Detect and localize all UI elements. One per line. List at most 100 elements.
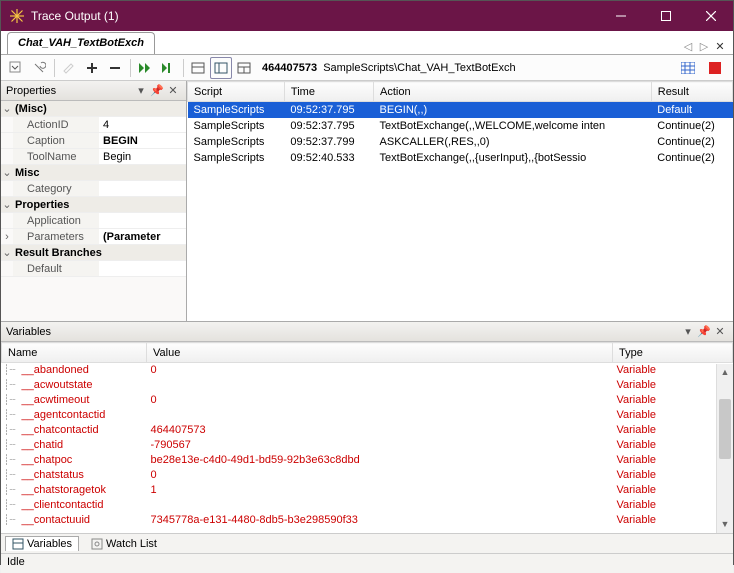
panel-dropdown-icon[interactable]: ▾ [133,84,149,97]
vertical-scrollbar[interactable]: ▲ ▼ [716,364,733,533]
variable-type: Variable [613,513,733,528]
run-button[interactable] [134,57,156,79]
properties-grid[interactable]: ⌄(Misc)ActionID4CaptionBEGINToolNameBegi… [1,101,186,321]
property-value[interactable]: BEGIN [99,133,186,148]
expand-icon[interactable]: ⌄ [1,245,13,260]
column-header[interactable]: Action [374,82,652,102]
variable-row[interactable]: ┊┈ __agentcontactidVariable [2,408,733,423]
trace-row[interactable]: SampleScripts09:52:37.795BEGIN(,,)Defaul… [188,102,733,118]
property-label[interactable]: Application [13,213,99,228]
property-value[interactable]: 4 [99,117,186,132]
column-header[interactable]: Script [188,82,285,102]
variable-name: ┊┈ __chatcontactid [2,423,147,438]
variables-header: Variables ▾ 📌 ✕ [1,322,733,342]
variable-name: ┊┈ __abandoned [2,363,147,378]
close-button[interactable] [688,1,733,31]
panel-close-icon[interactable]: ✕ [165,84,181,97]
column-header[interactable]: Name [2,343,147,363]
app-icon [9,8,25,24]
tab-next-button[interactable]: ▷ [697,38,711,54]
variable-row[interactable]: ┊┈ __chatid-790567Variable [2,438,733,453]
stop-button[interactable] [704,57,726,79]
breadcrumb: 464407573 SampleScripts\Chat_VAH_TextBot… [262,62,516,74]
expand-icon[interactable]: ⌄ [1,101,13,116]
tab-prev-button[interactable]: ◁ [681,38,695,54]
layout2-button[interactable] [210,57,232,79]
property-label[interactable]: ToolName [13,149,99,164]
variable-row[interactable]: ┊┈ __contactuuid7345778a-e131-4480-8db5-… [2,513,733,528]
script-path: SampleScripts\Chat_VAH_TextBotExch [323,62,515,74]
watchlist-icon [91,538,103,550]
panel-pin-icon[interactable]: 📌 [696,325,712,338]
panel-pin-icon[interactable]: 📌 [149,84,165,97]
trace-row[interactable]: SampleScripts09:52:40.533TextBotExchange… [188,150,733,166]
variable-row[interactable]: ┊┈ __chatcontactid464407573Variable [2,423,733,438]
variable-row[interactable]: ┊┈ __abandoned0Variable [2,363,733,378]
dropdown-button[interactable] [5,57,27,79]
minimize-button[interactable] [598,1,643,31]
trace-grid[interactable]: ScriptTimeActionResult SampleScripts09:5… [187,81,733,321]
panel-dropdown-icon[interactable]: ▾ [680,325,696,338]
add-button[interactable] [81,57,103,79]
variable-name: ┊┈ __acwtimeout [2,393,147,408]
variables-grid[interactable]: NameValueType ┊┈ __abandoned0Variable┊┈ … [1,342,733,533]
scroll-up-icon[interactable]: ▲ [717,364,733,381]
property-value[interactable]: (Parameter Name [99,229,186,244]
variable-row[interactable]: ┊┈ __chatstatus0Variable [2,468,733,483]
panel-close-icon[interactable]: ✕ [712,325,728,338]
property-value[interactable] [99,181,186,196]
variable-row[interactable]: ┊┈ __chatpocbe28e13e-c4d0-49d1-bd59-92b3… [2,453,733,468]
status-text: Idle [7,556,25,568]
property-label[interactable]: Category [13,181,99,196]
maximize-button[interactable] [643,1,688,31]
tab-variables[interactable]: Variables [5,536,79,551]
variable-row[interactable]: ┊┈ __acwoutstateVariable [2,378,733,393]
expand-icon[interactable]: ⌄ [1,165,13,180]
expand-icon[interactable]: ⌄ [1,197,13,212]
column-header[interactable]: Type [613,343,733,363]
variable-value: be28e13e-c4d0-49d1-bd59-92b3e63c8dbd [147,453,613,468]
variable-value: 0 [147,468,613,483]
trace-row[interactable]: SampleScripts09:52:37.799ASKCALLER(,RES,… [188,134,733,150]
property-label[interactable]: ActionID [13,117,99,132]
variable-row[interactable]: ┊┈ __chatstoragetok1Variable [2,483,733,498]
property-value[interactable]: Begin [99,149,186,164]
variable-value: -790567 [147,438,613,453]
tools-button[interactable] [28,57,50,79]
column-header[interactable]: Time [284,82,373,102]
property-category[interactable]: Properties [13,197,186,212]
column-header[interactable]: Result [651,82,732,102]
property-label[interactable]: Caption [13,133,99,148]
variable-type: Variable [613,483,733,498]
column-header[interactable]: Value [147,343,613,363]
property-value[interactable] [99,213,186,228]
variables-panel: Variables ▾ 📌 ✕ NameValueType ┊┈ __aband… [1,321,733,533]
property-value[interactable] [99,261,186,276]
variable-value: 0 [147,393,613,408]
document-tab[interactable]: Chat_VAH_TextBotExch [7,32,155,54]
variable-row[interactable]: ┊┈ __clientcontactidVariable [2,498,733,513]
layout1-button[interactable] [187,57,209,79]
property-label[interactable]: Default [13,261,99,276]
property-category[interactable]: (Misc) [13,101,186,116]
expand-icon[interactable]: › [1,229,13,244]
tab-close-button[interactable]: ✕ [713,38,727,54]
edit-button[interactable] [58,57,80,79]
property-category[interactable]: Result Branches [13,245,186,260]
scroll-down-icon[interactable]: ▼ [717,516,733,533]
step-button[interactable] [157,57,179,79]
trace-row[interactable]: SampleScripts09:52:37.795TextBotExchange… [188,118,733,134]
variable-name: ┊┈ __chatid [2,438,147,453]
properties-panel: Properties ▾ 📌 ✕ ⌄(Misc)ActionID4Caption… [1,81,187,321]
scroll-thumb[interactable] [719,399,731,459]
grid-button[interactable] [677,57,699,79]
layout3-button[interactable] [233,57,255,79]
tab-watchlist[interactable]: Watch List [85,537,163,551]
variable-name: ┊┈ __contactuuid [2,513,147,528]
variable-name: ┊┈ __chatstatus [2,468,147,483]
property-label[interactable]: Parameters [13,229,99,244]
property-category[interactable]: Misc [13,165,186,180]
variable-row[interactable]: ┊┈ __acwtimeout0Variable [2,393,733,408]
remove-button[interactable] [104,57,126,79]
variable-name: ┊┈ __chatpoc [2,453,147,468]
